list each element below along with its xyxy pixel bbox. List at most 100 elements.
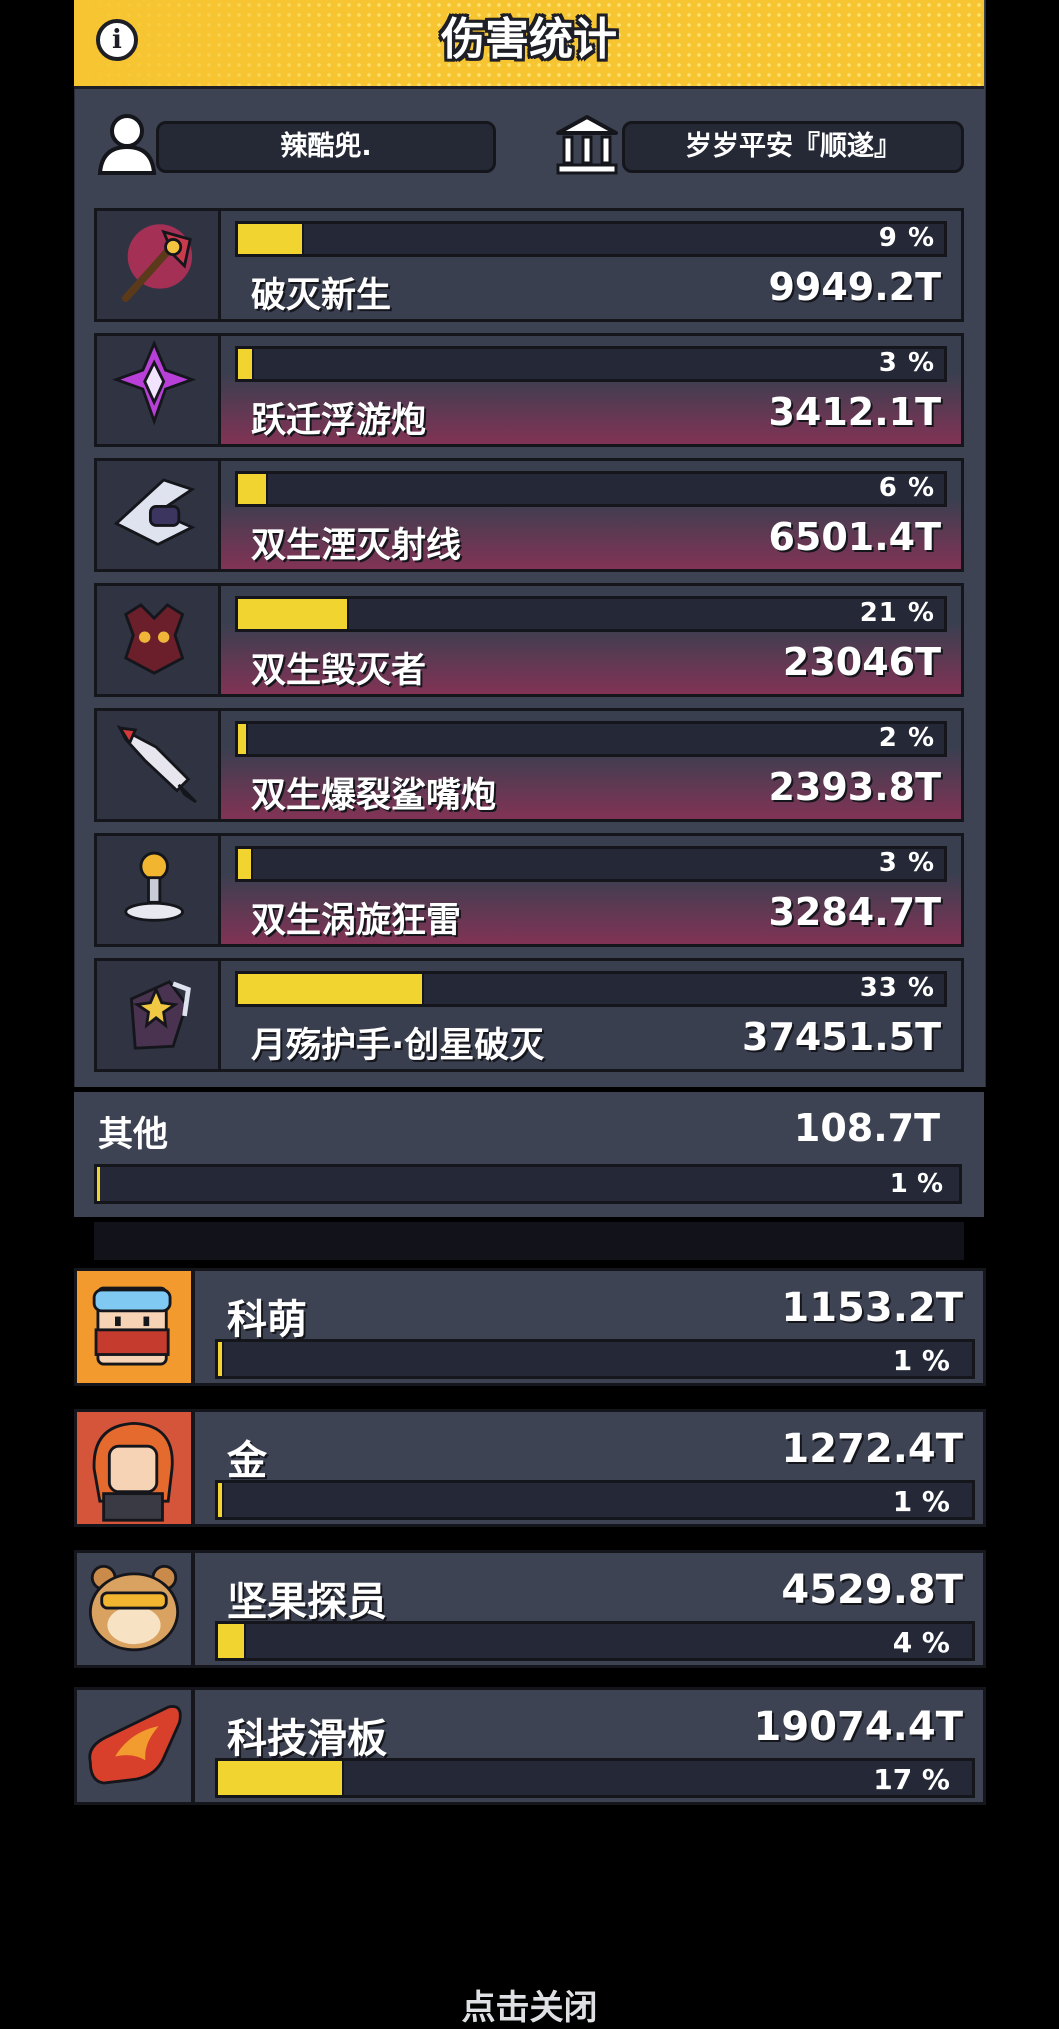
damage-percent: 3 % xyxy=(878,848,935,878)
damage-bar xyxy=(235,721,947,757)
ally-name: 科技滑板 xyxy=(227,1716,387,1762)
player-info-row: 辣酷兜. 岁岁平安『顺遂』 xyxy=(94,111,964,177)
skill-name: 双生毁灭者 xyxy=(251,651,427,691)
tesla-tower-icon xyxy=(94,833,221,947)
tap-to-close-button[interactable]: 点击关闭 xyxy=(0,1980,1059,2029)
page-title: 伤害统计 xyxy=(441,14,617,65)
damage-bar-fill xyxy=(238,349,255,379)
damage-percent: 9 % xyxy=(878,223,935,253)
ally-percent: 1 % xyxy=(892,1485,950,1518)
ally-damage-bar: 1 % xyxy=(215,1339,975,1379)
skill-name: 跃迁浮游炮 xyxy=(251,401,427,441)
player-name: 辣酷兜. xyxy=(156,121,496,173)
damage-bar xyxy=(235,471,947,507)
damage-bar-fill xyxy=(238,224,304,254)
damage-percent: 33 % xyxy=(859,973,935,1003)
shark-rocket-icon xyxy=(94,708,221,822)
damage-bar-fill xyxy=(238,599,350,629)
header-bar: i 伤害统计 xyxy=(74,0,984,89)
ally-info: 科萌 1153.2T 1 % xyxy=(192,1268,986,1386)
demon-drone-icon xyxy=(94,583,221,697)
damage-bar xyxy=(235,596,947,632)
damage-percent: 3 % xyxy=(878,348,935,378)
damage-bar xyxy=(235,221,947,257)
damage-percent: 21 % xyxy=(859,598,935,628)
other-damage-bar-fill xyxy=(97,1167,100,1201)
ally-percent: 4 % xyxy=(892,1626,950,1659)
skill-info: 3 % 跃迁浮游炮 3412.1T xyxy=(221,333,964,447)
skill-damage: 3412.1T xyxy=(768,390,941,434)
skill-damage: 23046T xyxy=(782,640,941,684)
guild-icon xyxy=(556,115,618,175)
skill-name: 双生爆裂鲨嘴炮 xyxy=(251,776,497,816)
skill-info: 6 % 双生湮灭射线 6501.4T xyxy=(221,458,964,572)
ally-damage: 4529.8T xyxy=(781,1567,963,1613)
ally-row: 坚果探员 4529.8T 4 % xyxy=(74,1550,986,1668)
skill-info: 2 % 双生爆裂鲨嘴炮 2393.8T xyxy=(221,708,964,822)
purple-crystal-icon xyxy=(94,333,221,447)
other-damage-row: 其他 108.7T 1 % xyxy=(74,1092,984,1217)
ray-cannon-icon xyxy=(94,458,221,572)
damage-bar-fill xyxy=(238,974,424,1004)
section-divider xyxy=(94,1222,964,1260)
skill-info: 3 % 双生涡旋狂雷 3284.7T xyxy=(221,833,964,947)
ally-percent: 17 % xyxy=(873,1763,950,1796)
skill-info: 33 % 月殇护手·创星破灭 37451.5T xyxy=(221,958,964,1072)
skill-row: 21 % 双生毁灭者 23046T xyxy=(94,583,964,697)
ally-damage-bar-fill xyxy=(218,1761,344,1795)
ally-damage-bar-fill xyxy=(218,1624,246,1658)
ally-damage-bar: 17 % xyxy=(215,1758,975,1798)
ally-info: 金 1272.4T 1 % xyxy=(192,1409,986,1527)
ally-name: 科萌 xyxy=(227,1297,307,1343)
ally-damage: 1272.4T xyxy=(781,1426,963,1472)
skill-row: 9 % 破灭新生 9949.2T xyxy=(94,208,964,322)
damage-bar xyxy=(235,346,947,382)
skill-name: 月殇护手·创星破灭 xyxy=(251,1026,545,1066)
skill-row: 3 % 跃迁浮游炮 3412.1T xyxy=(94,333,964,447)
damage-percent: 6 % xyxy=(878,473,935,503)
user-icon xyxy=(97,114,157,175)
ally-row: 金 1272.4T 1 % xyxy=(74,1409,986,1527)
axe-weapon-icon xyxy=(94,208,221,322)
skill-damage: 37451.5T xyxy=(742,1015,941,1059)
damage-bar-fill xyxy=(238,724,249,754)
skill-info: 21 % 双生毁灭者 23046T xyxy=(221,583,964,697)
skill-row: 2 % 双生爆裂鲨嘴炮 2393.8T xyxy=(94,708,964,822)
ally-row: 科萌 1153.2T 1 % xyxy=(74,1268,986,1386)
other-damage: 108.7T xyxy=(793,1106,940,1150)
skill-row: 6 % 双生湮灭射线 6501.4T xyxy=(94,458,964,572)
skill-info: 9 % 破灭新生 9949.2T xyxy=(221,208,964,322)
ally-name: 坚果探员 xyxy=(227,1579,387,1625)
skill-damage: 6501.4T xyxy=(768,515,941,559)
skill-name: 破灭新生 xyxy=(251,276,392,316)
ally-damage-bar-fill xyxy=(218,1483,224,1517)
other-damage-bar: 1 % xyxy=(94,1164,962,1204)
gauntlet-icon xyxy=(94,958,221,1072)
skill-row: 33 % 月殇护手·创星破灭 37451.5T xyxy=(94,958,964,1072)
ally-percent: 1 % xyxy=(892,1344,950,1377)
ally-row: 科技滑板 19074.4T 17 % xyxy=(74,1687,986,1805)
ally-damage-bar-fill xyxy=(218,1342,224,1376)
other-label: 其他 xyxy=(98,1115,169,1155)
ally-info: 科技滑板 19074.4T 17 % xyxy=(192,1687,986,1805)
ally-name: 金 xyxy=(227,1438,267,1484)
goggle-hero-icon xyxy=(74,1268,194,1386)
guild-name: 岁岁平安『顺遂』 xyxy=(622,121,964,173)
skill-damage: 2393.8T xyxy=(768,765,941,809)
damage-bar xyxy=(235,846,947,882)
hamster-agent-icon xyxy=(74,1550,194,1668)
ally-damage-bar: 1 % xyxy=(215,1480,975,1520)
tech-skateboard-icon xyxy=(74,1687,194,1805)
skill-damage: 3284.7T xyxy=(768,890,941,934)
damage-percent: 2 % xyxy=(878,723,935,753)
ally-damage-bar: 4 % xyxy=(215,1621,975,1661)
skill-name: 双生涡旋狂雷 xyxy=(251,901,462,941)
other-percent: 1 % xyxy=(889,1169,943,1199)
skill-row: 3 % 双生涡旋狂雷 3284.7T xyxy=(94,833,964,947)
skill-name: 双生湮灭射线 xyxy=(251,526,462,566)
skill-damage: 9949.2T xyxy=(768,265,941,309)
ally-damage: 19074.4T xyxy=(753,1704,963,1750)
damage-bar-fill xyxy=(238,849,253,879)
ally-info: 坚果探员 4529.8T 4 % xyxy=(192,1550,986,1668)
damage-bar-fill xyxy=(238,474,269,504)
